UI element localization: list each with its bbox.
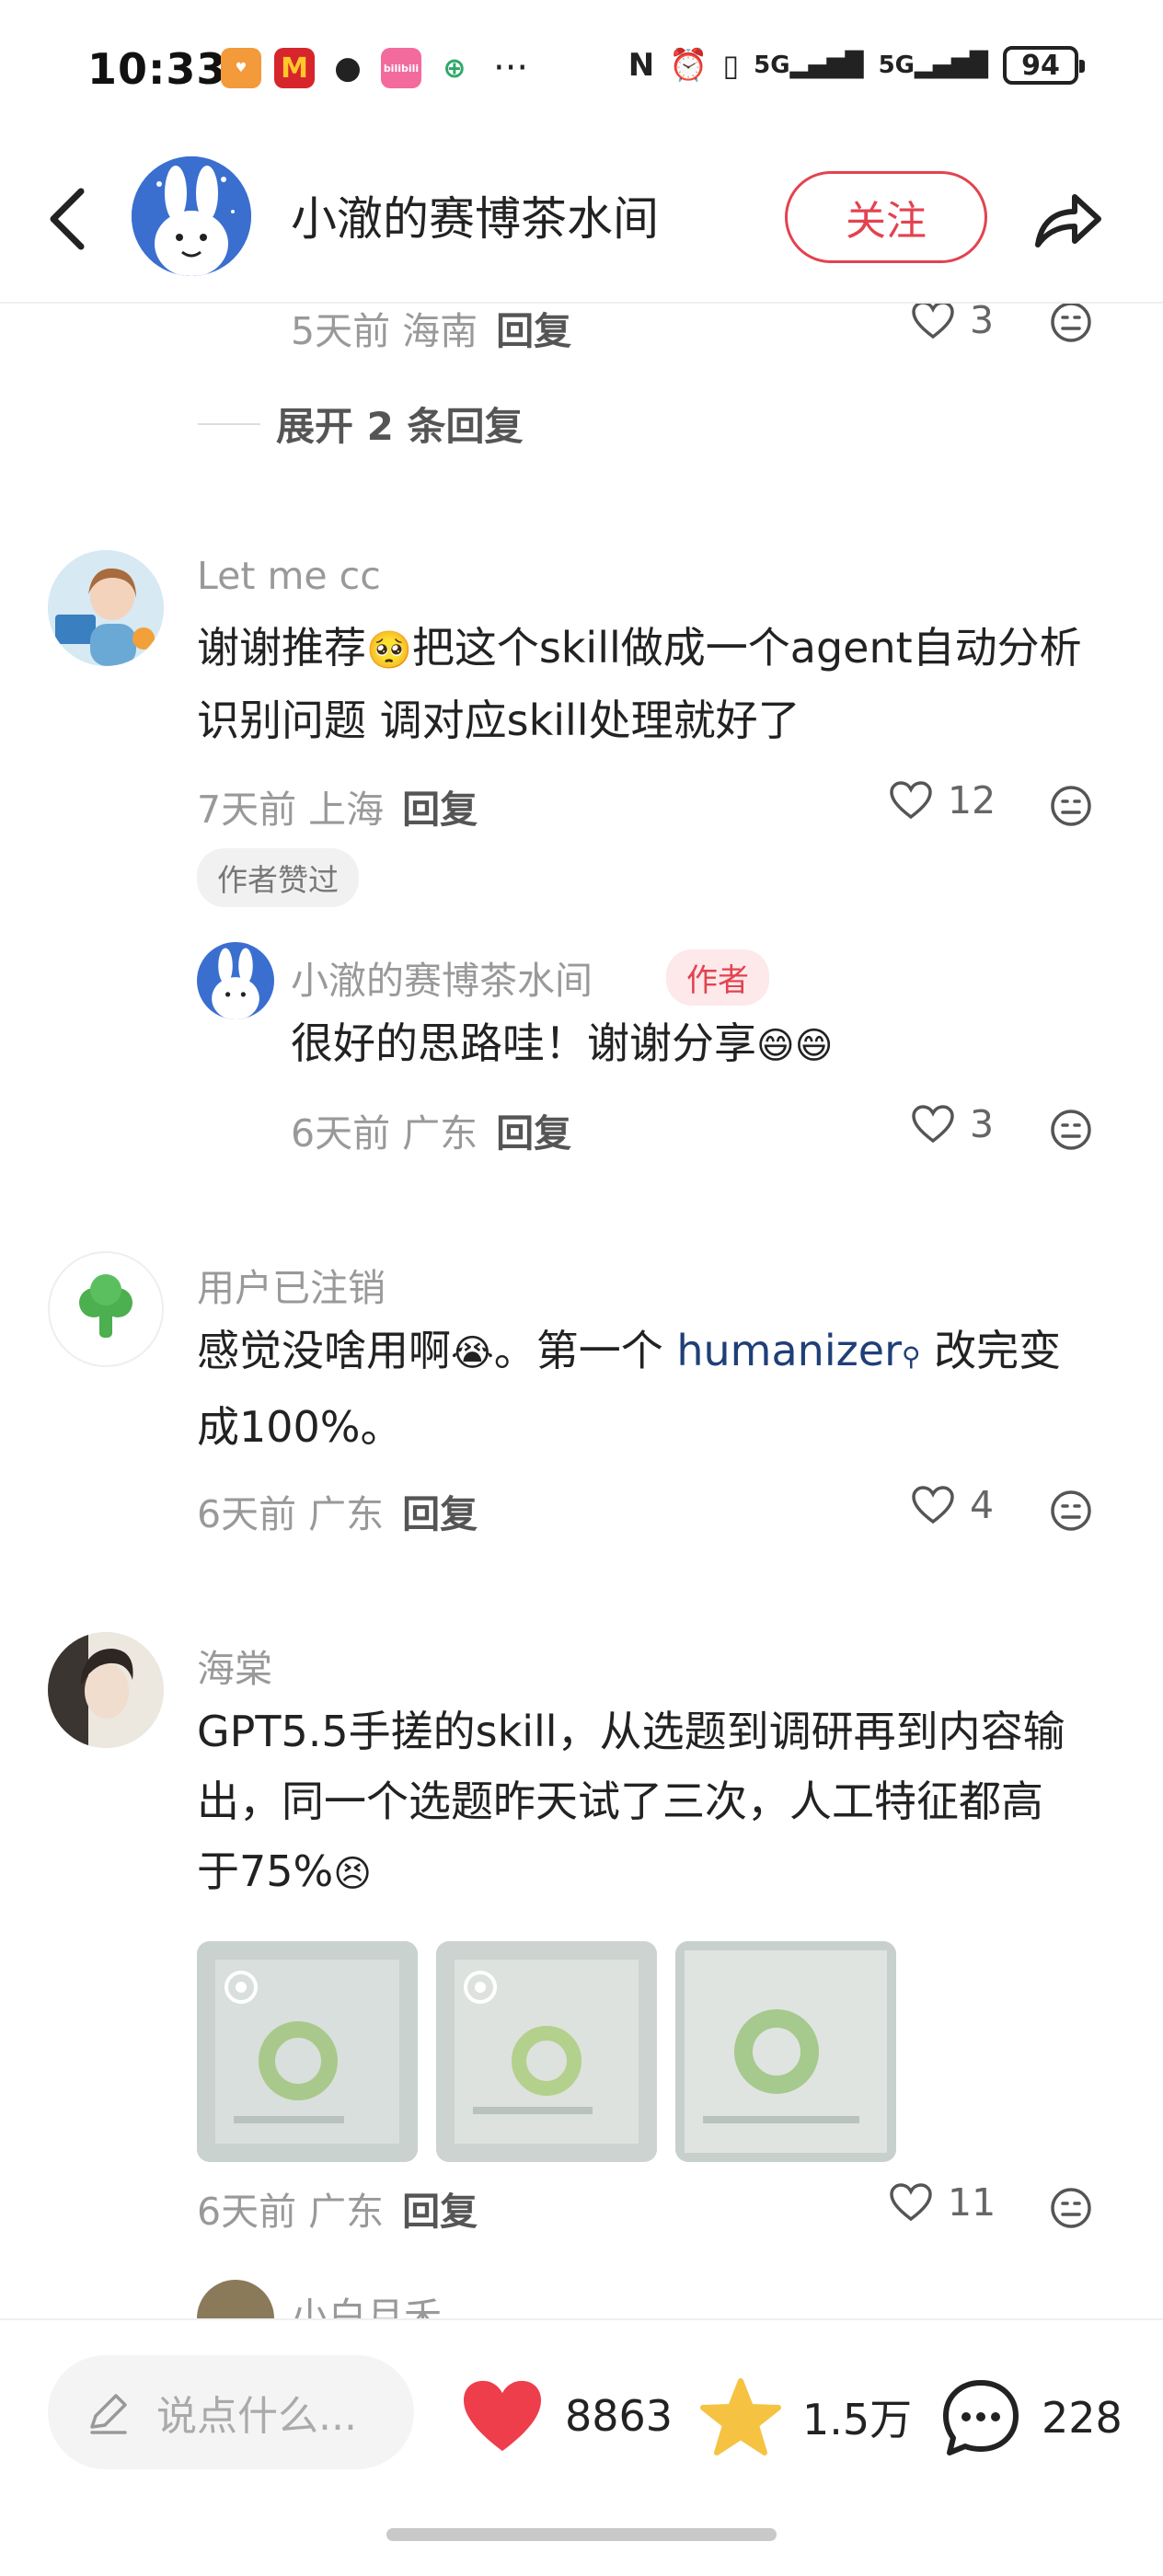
- divider: [198, 423, 260, 425]
- status-bar: 10:33 ♥ M ● bilibili ⊕ ··· N ⏰ ▯ 5G▂▄▆█ …: [0, 0, 1163, 138]
- comment-author[interactable]: 小白月禾: [291, 2285, 442, 2318]
- comment-image[interactable]: [675, 1941, 896, 2162]
- comment-text: 很好的思路哇！谢谢分享😄😄: [291, 1018, 834, 1068]
- battery-icon: 94: [1003, 46, 1085, 85]
- like-button[interactable]: 12: [889, 778, 996, 822]
- reply-button[interactable]: 回复: [496, 1111, 571, 1156]
- comment-count-button[interactable]: 228: [940, 2377, 1123, 2458]
- emoji-react-icon[interactable]: [1049, 304, 1093, 344]
- comment-bubble-icon: [943, 2380, 1019, 2455]
- comment-meta: 6天前 广东 回复: [291, 1111, 572, 1156]
- signal-icon: 5G▂▄▆█: [878, 52, 988, 79]
- like-button[interactable]: 11: [889, 2180, 996, 2225]
- nfc-icon: N: [628, 47, 655, 84]
- home-indicator[interactable]: [386, 2528, 777, 2541]
- heart-outline-icon: [912, 1105, 954, 1144]
- page-title: 小澈的赛博茶水间: [291, 192, 659, 246]
- author-avatar[interactable]: [132, 156, 251, 276]
- header: 小澈的赛博茶水间 关注: [0, 138, 1163, 304]
- comment-author[interactable]: 用户已注销: [197, 1257, 386, 1312]
- star-filled-icon: [700, 2378, 781, 2455]
- heart-outline-icon: [890, 2183, 932, 2222]
- expand-replies-button[interactable]: 展开 2 条回复: [276, 396, 523, 452]
- status-app-icons: ♥ M ● bilibili ⊕ ···: [221, 48, 528, 88]
- signal-icon: 5G▂▄▆█: [754, 52, 864, 79]
- vibrate-icon: ▯: [722, 48, 740, 83]
- emoji-icon: 😭: [451, 1332, 494, 1374]
- share-icon[interactable]: [1029, 180, 1106, 258]
- reply-button[interactable]: 回复: [496, 309, 571, 353]
- avatar[interactable]: [197, 2280, 274, 2318]
- mcdonalds-icon: M: [274, 48, 315, 88]
- emoji-react-icon[interactable]: [1049, 1108, 1093, 1152]
- heart-outline-icon: [890, 781, 932, 820]
- comment-list[interactable]: 5天前 海南 回复 3 展开 2 条回复 Let me cc 谢谢推荐🥺把这个sk…: [0, 304, 1163, 2318]
- comment-image[interactable]: [197, 1941, 418, 2162]
- favorite-count-button[interactable]: 1.5万: [699, 2377, 912, 2456]
- comment-meta: 6天前 广东 回复: [197, 1492, 478, 1536]
- more-icon: ···: [493, 47, 529, 89]
- search-icon[interactable]: ⚲: [902, 1341, 921, 1372]
- comment-meta: 6天前 广东 回复: [197, 2190, 478, 2234]
- heart-filled-icon: [464, 2380, 541, 2452]
- like-button[interactable]: 3: [911, 304, 994, 342]
- reply-button[interactable]: 回复: [402, 1492, 478, 1536]
- emoji-icon: 😄😄: [756, 1025, 834, 1067]
- emoji-react-icon[interactable]: [1049, 784, 1093, 828]
- like-button[interactable]: 4: [911, 1483, 994, 1527]
- avatar[interactable]: [48, 1632, 164, 1748]
- author-badge: 作者: [666, 949, 769, 1006]
- comment-author[interactable]: 小澈的赛博茶水间: [291, 949, 593, 1005]
- comment-input[interactable]: 说点什么...: [48, 2355, 414, 2469]
- humanizer-link[interactable]: humanizer: [676, 1326, 902, 1375]
- heart-outline-icon: [912, 304, 954, 339]
- qq-icon: ●: [334, 50, 362, 86]
- heart-outline-icon: [912, 1486, 954, 1524]
- bilibili-icon: bilibili: [381, 48, 421, 88]
- pencil-icon: [90, 2394, 127, 2434]
- reply-button[interactable]: 回复: [402, 788, 478, 832]
- comment-text: 感觉没啥用啊😭。第一个 humanizer⚲ 改完变 成100%。: [197, 1326, 1062, 1452]
- alarm-icon: ⏰: [669, 47, 708, 84]
- emoji-icon: 🥺: [366, 629, 412, 672]
- emoji-icon: 😣: [333, 1853, 372, 1895]
- app-icon: ⊕: [443, 52, 466, 85]
- avatar[interactable]: [197, 942, 274, 1019]
- avatar[interactable]: [48, 550, 164, 666]
- like-button[interactable]: 3: [911, 1102, 994, 1146]
- comment-image[interactable]: [436, 1941, 657, 2162]
- comment-author[interactable]: 海棠: [197, 1638, 272, 1693]
- follow-button[interactable]: 关注: [785, 171, 987, 263]
- comment-meta: 7天前 上海 回复: [197, 788, 478, 832]
- reply-button[interactable]: 回复: [402, 2190, 478, 2234]
- comment-text: 谢谢推荐🥺把这个skill做成一个agent自动分析 识别问题 调对应skill处…: [197, 623, 1082, 745]
- status-system-icons: N ⏰ ▯ 5G▂▄▆█ 5G▂▄▆█ 94: [628, 46, 1085, 85]
- back-icon[interactable]: [42, 182, 98, 256]
- status-time: 10:33: [87, 44, 227, 94]
- author-liked-badge: 作者赞过: [197, 848, 359, 907]
- emoji-react-icon[interactable]: [1049, 2186, 1093, 2230]
- comment-input-placeholder: 说点什么...: [156, 2393, 357, 2440]
- comment-text: GPT5.5手搓的skill，从选题到调研再到内容输 出，同一个选题昨天试了三次，…: [197, 1707, 1065, 1896]
- avatar[interactable]: [48, 1251, 164, 1367]
- heart-app-icon: ♥: [221, 48, 261, 88]
- comment-author[interactable]: Let me cc: [197, 554, 381, 598]
- emoji-react-icon[interactable]: [1049, 1489, 1093, 1533]
- like-count-button[interactable]: 8863: [460, 2377, 673, 2455]
- comment-meta: 5天前 海南 回复: [291, 309, 572, 353]
